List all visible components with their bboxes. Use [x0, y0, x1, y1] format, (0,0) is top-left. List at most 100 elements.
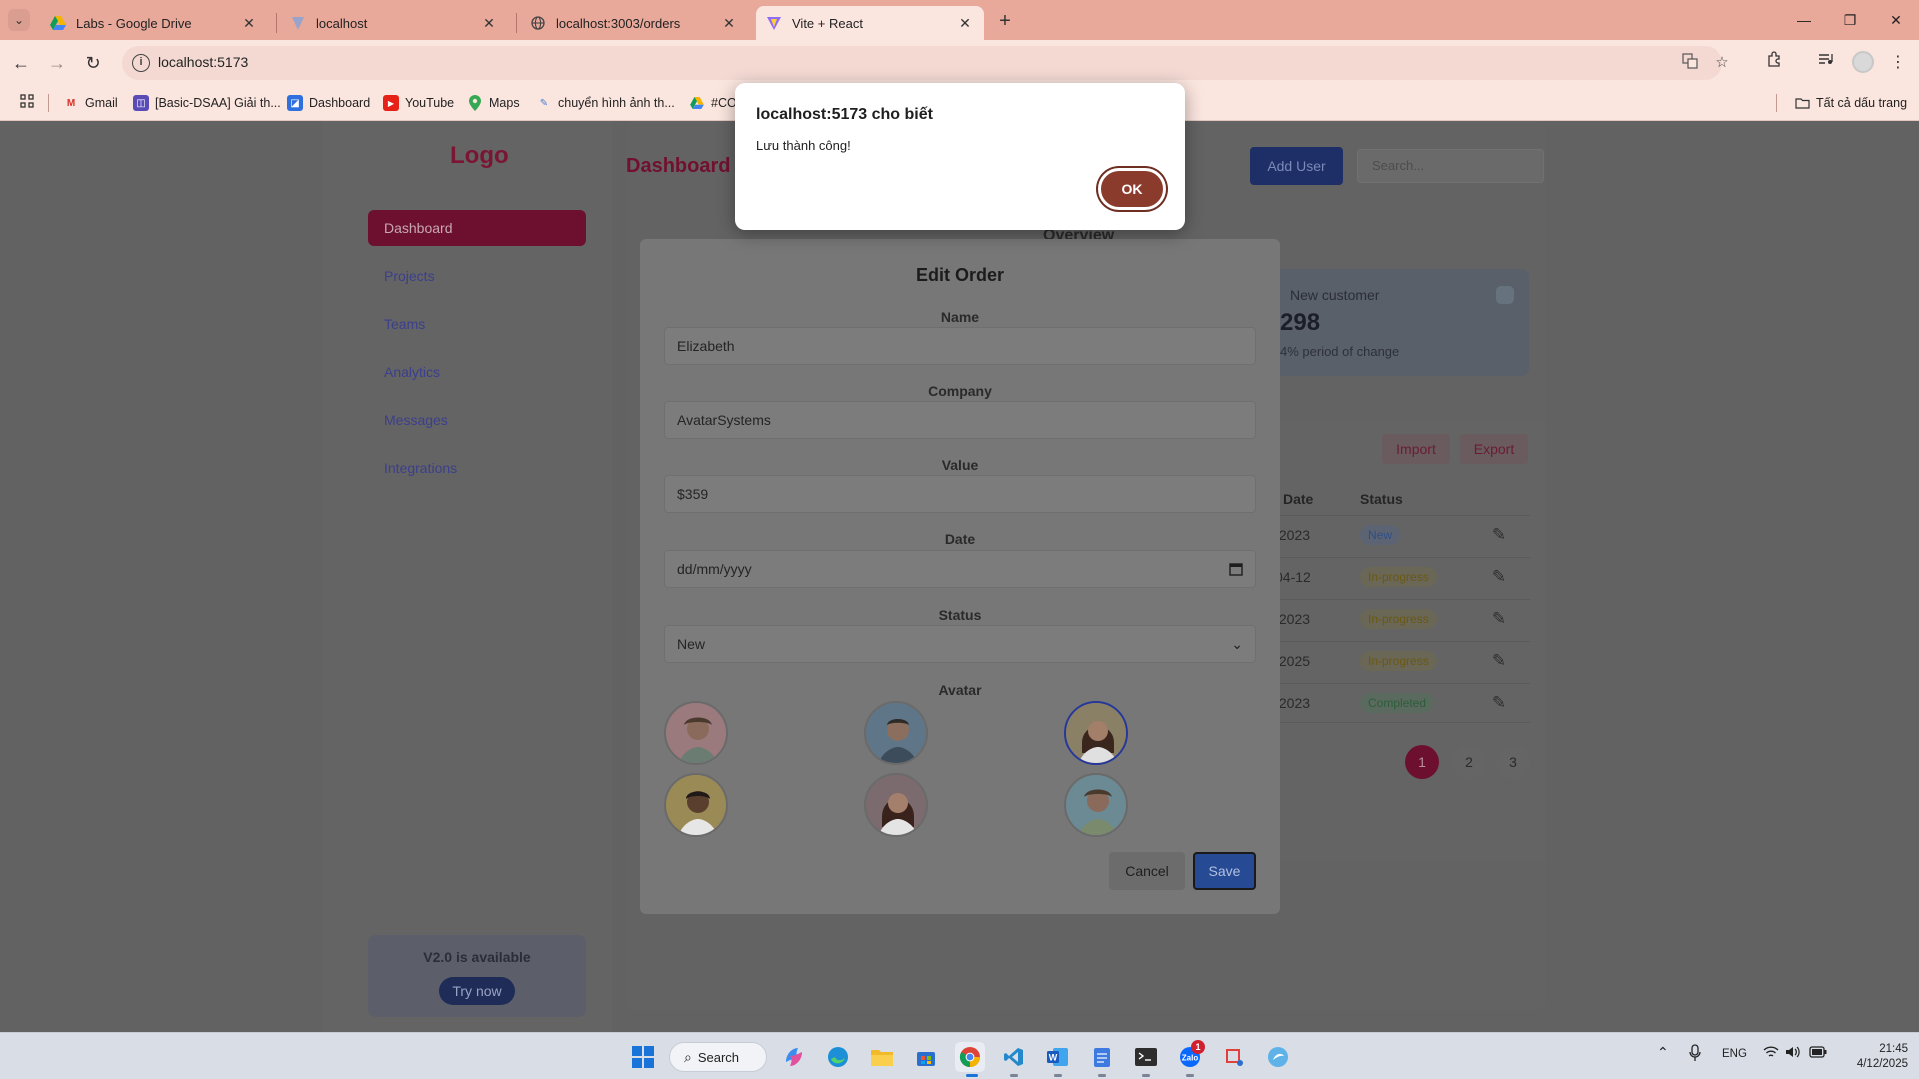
address-bar[interactable]: i localhost:5173 ☆ [122, 46, 1729, 80]
microphone-icon[interactable] [1689, 1044, 1701, 1065]
avatar-option-4[interactable] [664, 773, 728, 837]
extensions-icon[interactable] [1762, 51, 1786, 75]
running-indicator [1142, 1074, 1150, 1077]
apps-grid-icon[interactable] [18, 94, 36, 112]
media-controls-icon[interactable] [1814, 51, 1838, 75]
value-field[interactable]: $359 [664, 475, 1256, 513]
site-info-icon[interactable]: i [132, 54, 150, 72]
status-select[interactable]: New ⌄ [664, 625, 1256, 663]
pagination-page-2[interactable]: 2 [1452, 745, 1486, 779]
column-header-date[interactable]: Date [1283, 491, 1313, 507]
avatar-option-5[interactable] [864, 773, 928, 837]
avatar-option-2[interactable] [864, 701, 928, 765]
bookmark-co[interactable]: #CO [689, 94, 737, 112]
minimize-icon[interactable]: — [1781, 4, 1827, 36]
input-language[interactable]: ENG [1722, 1048, 1747, 1060]
forward-icon[interactable]: → [44, 50, 70, 76]
date-field[interactable]: dd/mm/yyyy [664, 550, 1256, 588]
battery-icon[interactable] [1809, 1046, 1827, 1061]
close-tab-icon[interactable]: ✕ [956, 14, 974, 32]
back-icon[interactable]: ← [8, 50, 34, 76]
sidebar-item-teams[interactable]: Teams [368, 306, 586, 342]
sidebar-item-projects[interactable]: Projects [368, 258, 586, 294]
running-indicator [1054, 1074, 1062, 1077]
close-window-icon[interactable]: ✕ [1873, 4, 1919, 36]
tab-orders[interactable]: localhost:3003/orders ✕ [520, 6, 748, 40]
tab-google-drive[interactable]: Labs - Google Drive ✕ [40, 6, 268, 40]
tab-search-button[interactable]: ⌄ [8, 9, 30, 31]
search-input[interactable]: Search... [1357, 149, 1544, 183]
tab-localhost[interactable]: localhost ✕ [280, 6, 508, 40]
save-button[interactable]: Save [1193, 852, 1256, 890]
add-user-button[interactable]: Add User [1250, 147, 1343, 185]
avatar-option-1[interactable] [664, 701, 728, 765]
close-tab-icon[interactable]: ✕ [240, 14, 258, 32]
file-explorer-icon[interactable] [867, 1042, 897, 1072]
vite-icon [766, 15, 782, 31]
calendar-icon[interactable] [1229, 551, 1243, 589]
copilot-icon[interactable] [779, 1042, 809, 1072]
profile-avatar[interactable] [1852, 51, 1874, 73]
bookmark-maps[interactable]: Maps [467, 94, 520, 112]
edit-pencil-icon[interactable]: ✎ [1489, 525, 1509, 545]
app-icon[interactable] [1263, 1042, 1293, 1072]
vscode-icon[interactable] [999, 1042, 1029, 1072]
sidebar-item-dashboard[interactable]: Dashboard [368, 210, 586, 246]
try-now-button[interactable]: Try now [439, 977, 515, 1005]
sidebar-item-integrations[interactable]: Integrations [368, 450, 586, 486]
tab-vite-react[interactable]: Vite + React ✕ [756, 6, 984, 40]
system-clock[interactable]: 21:45 4/12/2025 [1838, 1042, 1908, 1072]
bookmark-star-icon[interactable]: ☆ [1712, 53, 1732, 73]
export-button[interactable]: Export [1460, 434, 1528, 464]
running-indicator [1186, 1074, 1194, 1077]
chevron-up-icon[interactable]: ⌃ [1657, 1044, 1669, 1061]
close-tab-icon[interactable]: ✕ [480, 14, 498, 32]
alert-dialog: localhost:5173 cho biết Lưu thành công! … [735, 83, 1185, 230]
edit-pencil-icon[interactable]: ✎ [1489, 693, 1509, 713]
new-tab-button[interactable]: + [993, 9, 1017, 33]
snipping-tool-icon[interactable] [1219, 1042, 1249, 1072]
avatar-option-6[interactable] [1064, 773, 1128, 837]
wifi-icon[interactable] [1763, 1045, 1779, 1062]
notepad-icon[interactable] [1087, 1042, 1117, 1072]
bookmark-youtube[interactable]: ▶ YouTube [383, 94, 454, 112]
row-date: /2025 [1275, 653, 1311, 669]
menu-kebab-icon[interactable]: ⋮ [1886, 51, 1910, 75]
restore-icon[interactable]: ❐ [1827, 4, 1873, 36]
edit-pencil-icon[interactable]: ✎ [1489, 609, 1509, 629]
company-field[interactable]: AvatarSystems [664, 401, 1256, 439]
ok-button[interactable]: OK [1098, 168, 1166, 210]
import-button[interactable]: Import [1382, 434, 1450, 464]
chrome-icon[interactable] [955, 1042, 985, 1072]
sidebar-item-messages[interactable]: Messages [368, 402, 586, 438]
translate-icon[interactable] [1680, 53, 1700, 73]
bookmark-gmail[interactable]: M Gmail [63, 94, 118, 112]
sidebar-item-analytics[interactable]: Analytics [368, 354, 586, 390]
company-label: Company [928, 383, 992, 399]
bookmark-basic-dsaa[interactable]: ◫ [Basic-DSAA] Giải th... [133, 94, 281, 112]
pagination-page-3[interactable]: 3 [1496, 745, 1530, 779]
edit-pencil-icon[interactable]: ✎ [1489, 651, 1509, 671]
pagination-page-1[interactable]: 1 [1405, 745, 1439, 779]
app-logo: Logo [450, 142, 509, 169]
reload-icon[interactable]: ↻ [80, 50, 106, 76]
edit-pencil-icon[interactable]: ✎ [1489, 567, 1509, 587]
avatar-option-3[interactable] [1064, 701, 1128, 765]
edge-icon[interactable] [823, 1042, 853, 1072]
status-badge: In-progress [1360, 651, 1437, 671]
chevron-down-icon: ⌄ [1231, 636, 1243, 652]
url-text[interactable]: localhost:5173 [158, 54, 248, 70]
bookmark-dashboard[interactable]: ◪ Dashboard [287, 94, 370, 112]
name-field[interactable]: Elizabeth [664, 327, 1256, 365]
windows-start-icon[interactable] [628, 1042, 658, 1072]
terminal-icon[interactable] [1131, 1042, 1161, 1072]
column-header-status[interactable]: Status [1360, 491, 1403, 507]
bookmark-convert-image[interactable]: ✎ chuyển hình ảnh th... [536, 94, 675, 112]
taskbar-search[interactable]: ⌕ Search [669, 1042, 767, 1072]
cancel-button[interactable]: Cancel [1109, 852, 1185, 890]
microsoft-store-icon[interactable] [911, 1042, 941, 1072]
volume-icon[interactable] [1785, 1045, 1801, 1062]
close-tab-icon[interactable]: ✕ [720, 14, 738, 32]
word-icon[interactable]: W [1043, 1042, 1073, 1072]
all-bookmarks-folder[interactable]: Tất cả dấu trang [1794, 94, 1907, 112]
